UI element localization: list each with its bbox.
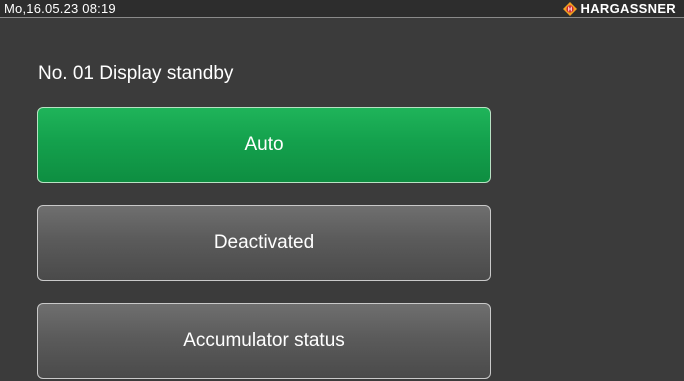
status-bar: Mo,16.05.23 08:19 HARGASSNER	[0, 0, 684, 18]
datetime-label: Mo,16.05.23 08:19	[4, 1, 116, 16]
display-screen: Mo,16.05.23 08:19 HARGASSNER No. 01 Disp…	[0, 0, 684, 381]
option-label: Accumulator status	[183, 330, 345, 351]
option-auto-button[interactable]: Auto	[37, 107, 491, 183]
option-accumulator-status-button[interactable]: Accumulator status	[37, 303, 491, 379]
brand: HARGASSNER	[562, 1, 676, 17]
option-deactivated-button[interactable]: Deactivated	[37, 205, 491, 281]
option-label: Deactivated	[213, 232, 315, 253]
hargassner-logo-icon	[562, 2, 577, 16]
page-title: No. 01 Display standby	[38, 63, 234, 84]
brand-name: HARGASSNER	[580, 1, 676, 16]
option-label: Auto	[244, 134, 284, 155]
